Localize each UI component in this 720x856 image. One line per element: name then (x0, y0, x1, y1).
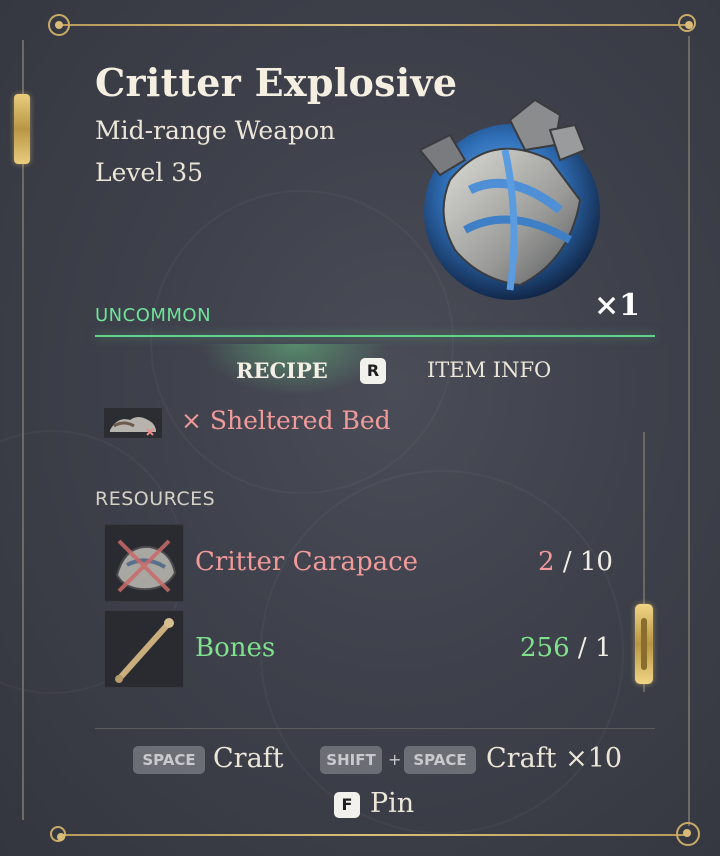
crafting-station-requirement: × Sheltered Bed (181, 406, 391, 435)
bones-icon (115, 618, 174, 683)
frame-corner-ornament-icon (676, 822, 700, 846)
frame-right-border (688, 36, 690, 826)
pin-key-hint: F (334, 792, 360, 818)
tooltip-tabs: RECIPE R ITEM INFO (200, 344, 600, 396)
key-combo-plus: + (388, 750, 402, 769)
item-rarity: UNCOMMON (95, 305, 212, 326)
side-handle-ornament (14, 94, 30, 164)
background-swirl (150, 190, 454, 494)
tab-recipe[interactable]: RECIPE (236, 358, 328, 383)
resources-heading: RESOURCES (95, 488, 216, 510)
critter-explosive-icon (418, 98, 600, 300)
frame-bottom-border (60, 834, 690, 836)
scrollbar-handle[interactable] (635, 604, 653, 684)
frame-corner-ornament-icon (48, 14, 70, 36)
item-type: Mid-range Weapon (95, 116, 336, 145)
resource-name: Bones (195, 633, 276, 663)
space-key-hint: SPACE (133, 746, 205, 774)
resource-need-count: 10 (579, 547, 613, 577)
resource-need-count: 1 (594, 633, 612, 663)
frame-corner-ornament-icon (678, 14, 696, 32)
shift-key-hint: SHIFT (320, 746, 382, 774)
resource-slot (104, 524, 184, 602)
craft-action[interactable]: Craft (213, 743, 284, 774)
item-tooltip-panel: Critter Explosive Mid-range Weapon Level… (0, 0, 720, 856)
switch-tab-key-hint: R (360, 358, 386, 384)
resource-count-separator: / (562, 547, 572, 577)
resource-have-count: 2 (538, 547, 555, 577)
item-quantity: ×1 (594, 288, 641, 323)
sheltered-bed-icon (104, 408, 162, 438)
resource-count: 2 / 10 (538, 547, 613, 577)
resource-have-count: 256 (520, 633, 570, 663)
frame-top-border (60, 24, 690, 26)
critter-carapace-icon (115, 539, 177, 593)
item-level: Level 35 (95, 158, 204, 187)
space-key-hint: SPACE (404, 746, 476, 774)
craft-ten-action[interactable]: Craft ×10 (486, 743, 622, 774)
resource-slot (104, 610, 184, 688)
resource-name: Critter Carapace (195, 547, 419, 577)
actions-divider (95, 728, 655, 729)
pin-action[interactable]: Pin (370, 788, 414, 819)
item-name: Critter Explosive (95, 60, 458, 105)
resource-count: 256 / 1 (520, 633, 611, 663)
tab-item-info[interactable]: ITEM INFO (427, 358, 551, 382)
frame-corner-ornament-icon (50, 826, 66, 842)
resource-count-separator: / (577, 633, 587, 663)
rarity-divider (95, 335, 655, 337)
